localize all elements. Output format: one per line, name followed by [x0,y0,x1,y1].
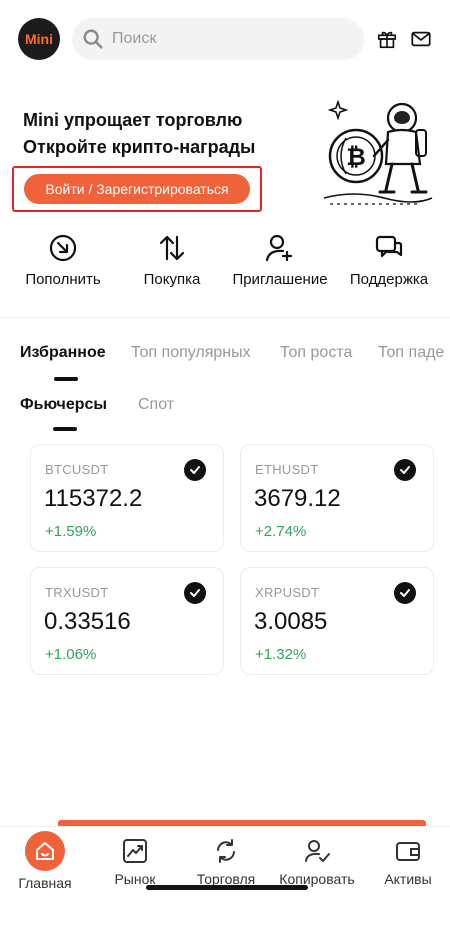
promo-banner: Mini упрощает торговлю Откройте крипто-н… [12,99,436,225]
nav-home[interactable]: Главная [0,831,90,891]
deposit-icon [49,234,77,262]
divider [0,317,450,318]
top-bar: Mini Поиск [18,17,432,61]
tab-favorites[interactable]: Избранное [20,344,106,362]
ticker-price: 0.33516 [44,608,131,635]
invite-user-icon [265,234,293,262]
logo-text: Mini [25,31,53,47]
check-icon[interactable] [184,582,206,604]
subtab-active-indicator [53,427,77,431]
login-highlight-frame: Войти / Зарегистрироваться [12,166,262,212]
ticker-price: 3.0085 [254,608,328,635]
bottom-nav: Главная Рынок Торговля Копировать Активы [0,826,450,896]
trade-refresh-icon [217,839,235,863]
ticker-card[interactable]: TRXUSDT 0.33516 +1.06% [30,567,224,675]
ticker-card[interactable]: BTCUSDT 115372.2 +1.59% [30,444,224,552]
nav-label: Главная [18,875,72,891]
quick-actions: Пополнить Покупка Приглашение Поддержка [0,233,450,295]
search-icon [83,29,103,49]
nav-copy[interactable]: Копировать [272,837,362,887]
action-buy[interactable]: Покупка [122,233,222,288]
action-label: Поддержка [349,271,429,288]
action-support[interactable]: Поддержка [339,233,439,288]
check-icon[interactable] [184,459,206,481]
tab-top-popular[interactable]: Топ популярных [131,344,251,362]
ticker-change: +1.06% [45,646,97,663]
copy-trade-icon [305,840,330,862]
action-deposit[interactable]: Пополнить [13,233,113,288]
market-chart-icon [123,839,147,863]
ticker-price: 115372.2 [44,485,143,512]
subtab-futures[interactable]: Фьючерсы [20,396,107,414]
search-input[interactable]: Поиск [72,18,364,60]
ticker-change: +2.74% [255,523,307,540]
action-label: Пополнить [25,271,101,288]
action-invite[interactable]: Приглашение [230,233,330,288]
ticker-symbol: TRXUSDT [45,585,109,600]
subtab-spot[interactable]: Спот [138,396,174,414]
app-logo[interactable]: Mini [18,18,60,60]
ticker-symbol: BTCUSDT [45,462,109,477]
svg-text:₿: ₿ [346,143,366,171]
tab-top-losers[interactable]: Топ паде [378,344,444,362]
nav-assets[interactable]: Активы [363,837,450,887]
promo-line-1: Mini упрощает торговлю [23,110,243,130]
ticker-symbol: XRPUSDT [255,585,320,600]
ticker-symbol: ETHUSDT [255,462,319,477]
ticker-card[interactable]: ETHUSDT 3679.12 +2.74% [240,444,434,552]
check-icon[interactable] [394,459,416,481]
tab-active-indicator [54,377,78,381]
home-indicator [146,885,308,890]
ticker-price: 3679.12 [254,485,341,512]
action-label: Покупка [143,271,201,288]
astronaut-bitcoin-illustration: ₿ [323,99,433,205]
login-register-button[interactable]: Войти / Зарегистрироваться [24,174,250,204]
nav-label: Активы [384,871,432,887]
home-icon [25,831,65,871]
check-icon[interactable] [394,582,416,604]
nav-market[interactable]: Рынок [90,837,180,887]
buy-arrows-icon [159,235,185,261]
nav-trade[interactable]: Торговля [181,837,271,887]
action-label: Приглашение [232,271,328,288]
mail-icon[interactable] [410,28,432,50]
gift-icon[interactable] [376,28,398,50]
tab-top-gainers[interactable]: Топ роста [280,344,352,362]
support-chat-icon [375,235,403,258]
search-placeholder: Поиск [112,30,157,47]
wallet-icon [396,842,420,861]
ticker-change: +1.59% [45,523,97,540]
ticker-card[interactable]: XRPUSDT 3.0085 +1.32% [240,567,434,675]
promo-line-2: Откройте крипто-награды [23,137,256,157]
ticker-change: +1.32% [255,646,307,663]
